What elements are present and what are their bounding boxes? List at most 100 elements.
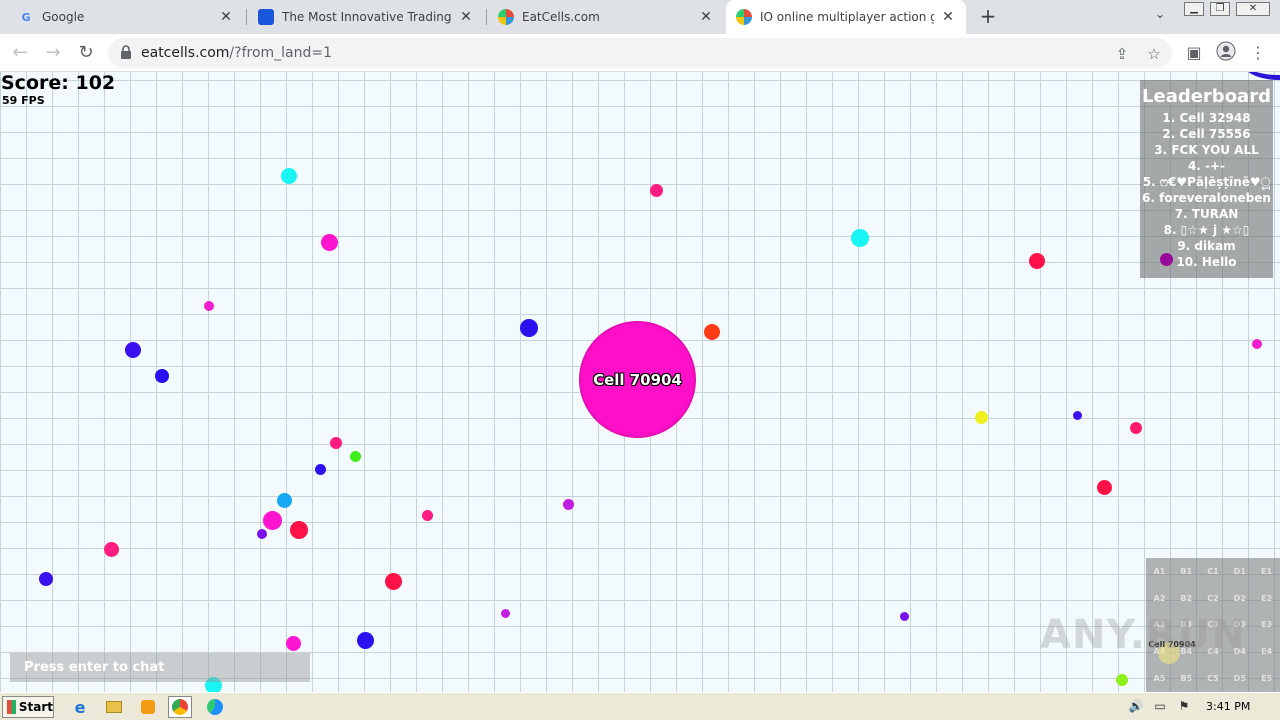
new-tab-button[interactable]: + — [976, 5, 1000, 29]
address-bar[interactable]: eatcells.com/?from_land=1 ⇪ ☆ — [108, 38, 1172, 68]
tab-google[interactable]: G Google ✕ — [8, 0, 244, 34]
leaderboard-entry: 9. dikam — [1177, 239, 1236, 253]
leaderboard-entry: 5. ෆ€♥Pāļēșțīnē♥ූ — [1142, 175, 1271, 189]
tab-eatcells[interactable]: EatCells.com ✕ — [488, 0, 724, 34]
avatar — [1216, 41, 1236, 61]
edge-icon[interactable] — [203, 696, 227, 718]
media-player-icon[interactable] — [136, 696, 160, 718]
food-pellet — [1097, 480, 1112, 495]
minimap-cell: B5 — [1180, 674, 1193, 684]
profile-icon[interactable] — [1214, 41, 1238, 65]
tab-trading[interactable]: The Most Innovative Trading Platform ✕ — [248, 0, 484, 34]
food-pellet — [39, 572, 53, 586]
tab-title: Google — [42, 10, 85, 24]
flag-icon[interactable]: ⚑ — [1176, 699, 1192, 715]
url-path: /?from_land=1 — [229, 45, 333, 61]
close-icon[interactable]: ✕ — [218, 9, 234, 25]
food-pellet — [1029, 253, 1045, 269]
minimap-cell: C1 — [1207, 566, 1219, 576]
food-pellet — [104, 542, 119, 557]
clock: 3:41 PM — [1206, 700, 1251, 713]
side-panel-icon[interactable]: ▣ — [1182, 41, 1206, 65]
leaderboard-entry: 2. Cell 75556 — [1162, 127, 1251, 141]
food-pellet — [281, 168, 297, 184]
minimap-cell: E2 — [1261, 593, 1273, 603]
fps-label: 59 FPS — [2, 94, 45, 107]
tab-title: IO online multiplayer action game. S — [760, 10, 934, 24]
food-pellet — [975, 411, 988, 424]
score-label: Score: 102 — [1, 72, 116, 94]
food-pellet — [900, 612, 909, 621]
leaderboard-entry: 4. -+- — [1187, 159, 1226, 173]
google-icon: G — [21, 10, 31, 24]
food-pellet — [350, 451, 361, 462]
browser-toolbar: ← → ↻ eatcells.com/?from_land=1 ⇪ ☆ ▣ ⋮ — [0, 34, 1280, 72]
leaderboard-entry: 8. ▯☆★ j ★☆▯ — [1163, 223, 1250, 237]
game-canvas[interactable]: Cell 70904 Score: 102 59 FPS Leaderboard… — [0, 72, 1280, 692]
leaderboard-entry: 6. foreveraloneben — [1142, 191, 1271, 205]
tab-title: The Most Innovative Trading Platform — [282, 10, 452, 24]
leaderboard-title: Leaderboard — [1142, 86, 1271, 107]
food-pellet — [286, 636, 301, 651]
windows-logo-icon — [7, 700, 16, 714]
tab-title: EatCells.com — [522, 10, 600, 24]
food-pellet — [650, 184, 663, 197]
minimap-cell: A5 — [1153, 674, 1166, 684]
food-pellet — [1160, 253, 1173, 266]
eatcells-icon — [736, 9, 752, 25]
food-pellet — [851, 229, 869, 247]
minimap-cell: D1 — [1233, 566, 1246, 576]
food-pellet — [501, 609, 510, 618]
back-arrow-icon[interactable]: ← — [8, 41, 32, 65]
minimap-cell: B1 — [1180, 566, 1193, 576]
minimap-cell: E1 — [1261, 566, 1273, 576]
ie-icon[interactable]: e — [68, 696, 92, 718]
reload-icon[interactable]: ↻ — [74, 41, 98, 65]
food-pellet — [1130, 422, 1142, 434]
chrome-icon[interactable] — [168, 696, 192, 718]
chevron-down-icon[interactable]: ⌄ — [1150, 7, 1170, 27]
leaderboard-entry: 7. TURAN — [1174, 207, 1239, 221]
food-pellet — [321, 234, 338, 251]
enemy-cell-edge — [1238, 72, 1280, 80]
minimap-cell: D5 — [1233, 674, 1246, 684]
share-icon[interactable]: ⇪ — [1112, 45, 1132, 63]
lock-icon — [121, 45, 131, 59]
kebab-menu-icon[interactable]: ⋮ — [1246, 41, 1270, 65]
chat-placeholder: Press enter to chat — [24, 660, 165, 675]
volume-icon[interactable]: 🔊 — [1128, 699, 1144, 715]
player-cell: Cell 70904 — [579, 321, 696, 438]
food-pellet — [204, 301, 214, 311]
url-text: eatcells.com/?from_land=1 — [141, 45, 332, 61]
restore-icon[interactable]: ❐ — [1210, 2, 1230, 16]
close-icon[interactable]: ✕ — [698, 9, 714, 25]
tab-game[interactable]: IO online multiplayer action game. S ✕ — [726, 0, 966, 34]
close-window-icon[interactable]: ✕ — [1236, 2, 1270, 16]
network-icon[interactable]: ▭ — [1152, 699, 1168, 715]
folder-icon[interactable] — [102, 696, 126, 718]
leaderboard-entry: 1. Cell 32948 — [1162, 111, 1251, 125]
taskbar: Start e 🔊 ▭ ⚑ 3:41 PM — [0, 692, 1280, 720]
minimize-icon[interactable]: ▁ — [1184, 2, 1204, 16]
start-button[interactable]: Start — [2, 696, 54, 718]
food-pellet — [422, 510, 433, 521]
minimap-cell: E5 — [1261, 674, 1273, 684]
minimap-cell: E4 — [1261, 647, 1273, 657]
start-label: Start — [18, 700, 53, 714]
food-pellet — [263, 511, 282, 530]
chat-input[interactable]: Press enter to chat — [10, 653, 310, 682]
food-pellet — [520, 319, 538, 337]
star-icon[interactable]: ☆ — [1144, 45, 1164, 63]
leaderboard-entry: 3. FCK YOU ALL — [1154, 143, 1259, 157]
minimap-cell: A2 — [1153, 593, 1166, 603]
url-host: eatcells.com — [141, 45, 230, 61]
food-pellet — [1116, 674, 1128, 686]
close-icon[interactable]: ✕ — [940, 9, 956, 25]
food-pellet — [1073, 411, 1082, 420]
trading-icon — [258, 9, 274, 25]
food-pellet — [290, 521, 308, 539]
food-pellet — [704, 324, 720, 340]
minimap-cell: A1 — [1153, 566, 1166, 576]
forward-arrow-icon[interactable]: → — [41, 41, 65, 65]
close-icon[interactable]: ✕ — [458, 9, 474, 25]
